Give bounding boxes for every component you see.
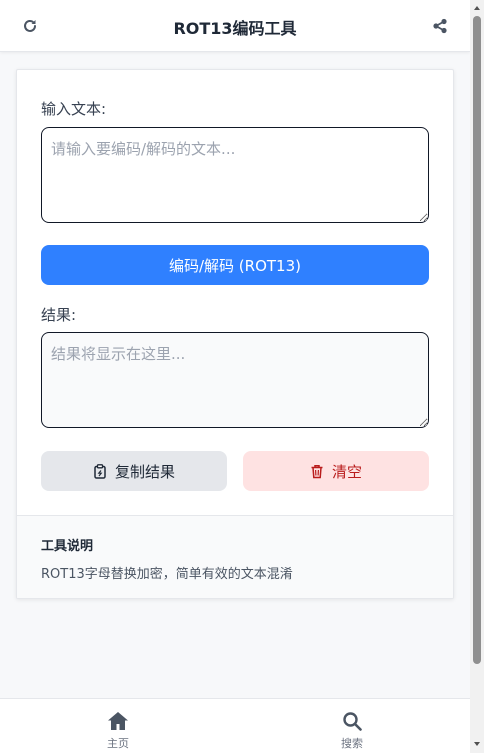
- tool-card: 输入文本: 编码/解码 (ROT13) 结果: 复制结果 清空: [16, 69, 454, 599]
- nav-item-home[interactable]: 主页: [88, 711, 148, 751]
- share-icon: [433, 18, 447, 34]
- clipboard-icon: [94, 463, 106, 479]
- scrollbar-thumb[interactable]: [473, 16, 481, 664]
- encode-decode-button[interactable]: 编码/解码 (ROT13): [41, 245, 429, 285]
- result-label: 结果:: [41, 306, 77, 324]
- scroll-up-arrow[interactable]: [474, 6, 480, 10]
- share-button[interactable]: [430, 16, 450, 36]
- nav-label-search: 搜索: [341, 737, 363, 750]
- clear-label: 清空: [331, 462, 362, 481]
- nav-label-home: 主页: [107, 737, 129, 750]
- nav-item-search[interactable]: 搜索: [322, 711, 382, 751]
- input-label: 输入文本:: [41, 100, 107, 118]
- info-title: 工具说明: [41, 539, 94, 554]
- encode-decode-label: 编码/解码 (ROT13): [168, 256, 301, 275]
- scroll-down-arrow[interactable]: [474, 742, 480, 746]
- clear-button[interactable]: 清空: [243, 451, 429, 491]
- input-textarea[interactable]: [41, 127, 429, 223]
- home-icon: [108, 712, 128, 730]
- app-header: ROT13编码工具: [0, 0, 470, 52]
- bottom-nav: 主页 搜索: [0, 698, 470, 753]
- page-title: ROT13编码工具: [173, 19, 297, 38]
- info-description: ROT13字母替换加密，简单有效的文本混淆: [41, 567, 293, 582]
- app-root: ROT13编码工具 输入文本: 编码/解码 (ROT13) 结果: 复: [0, 0, 470, 753]
- copy-result-button[interactable]: 复制结果: [41, 451, 227, 491]
- result-textarea[interactable]: [41, 332, 429, 428]
- copy-result-label: 复制结果: [114, 462, 175, 481]
- search-icon: [343, 712, 362, 731]
- trash-icon: [311, 464, 323, 478]
- tool-info: 工具说明 ROT13字母替换加密，简单有效的文本混淆: [17, 515, 453, 598]
